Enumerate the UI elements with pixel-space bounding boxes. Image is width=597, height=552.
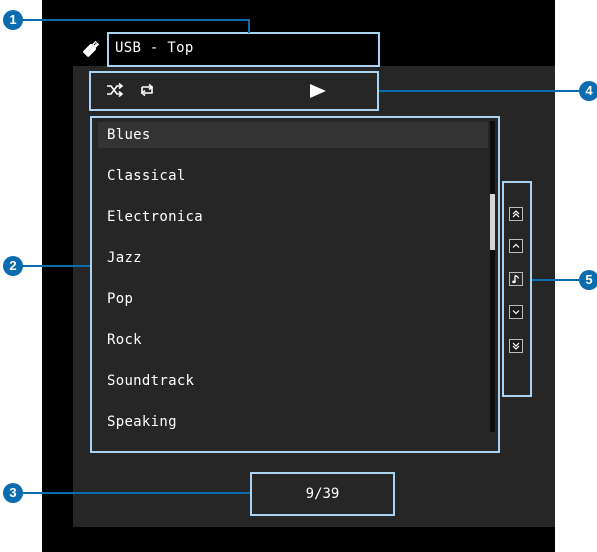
usb-stick-icon xyxy=(83,40,100,57)
repeat-icon[interactable] xyxy=(138,82,156,102)
page-down-icon[interactable] xyxy=(509,339,523,353)
shuffle-icon[interactable] xyxy=(106,82,124,102)
list-item[interactable]: Jazz xyxy=(98,245,488,271)
list-item[interactable]: Speaking xyxy=(98,409,488,435)
page-title: USB - Top xyxy=(115,40,194,56)
callout-3: 3 xyxy=(3,483,23,503)
content-list: Blues Classical Electronica Jazz Pop Roc… xyxy=(98,122,490,432)
list-item[interactable]: Pop xyxy=(98,286,488,312)
callout-4: 4 xyxy=(579,81,597,101)
list-item[interactable]: Classical xyxy=(98,163,488,189)
callout-1-leader-drop xyxy=(248,19,250,33)
list-scrollbar[interactable] xyxy=(490,121,495,432)
list-item[interactable]: Electronica xyxy=(98,204,488,230)
list-item[interactable]: Rock xyxy=(98,327,488,353)
callout-3-leader xyxy=(18,492,250,494)
list-item[interactable]: Blues xyxy=(98,122,488,148)
callout-2: 2 xyxy=(3,256,23,276)
callout-4-leader xyxy=(379,90,580,92)
now-playing-icon[interactable] xyxy=(509,272,523,286)
list-item[interactable]: Soundtrack xyxy=(98,368,488,394)
scroll-thumb[interactable] xyxy=(490,194,495,250)
line-up-icon[interactable] xyxy=(509,239,523,253)
callout-1: 1 xyxy=(3,10,23,30)
callout-5-leader xyxy=(532,279,580,281)
page-up-icon[interactable] xyxy=(509,207,523,221)
line-down-icon[interactable] xyxy=(509,305,523,319)
play-icon[interactable] xyxy=(309,83,327,103)
callout-1-leader xyxy=(18,19,250,21)
callout-5: 5 xyxy=(579,270,597,290)
playback-toolbar xyxy=(89,71,379,111)
callout-2-leader xyxy=(18,265,90,267)
page-count: 9/39 xyxy=(305,486,340,502)
